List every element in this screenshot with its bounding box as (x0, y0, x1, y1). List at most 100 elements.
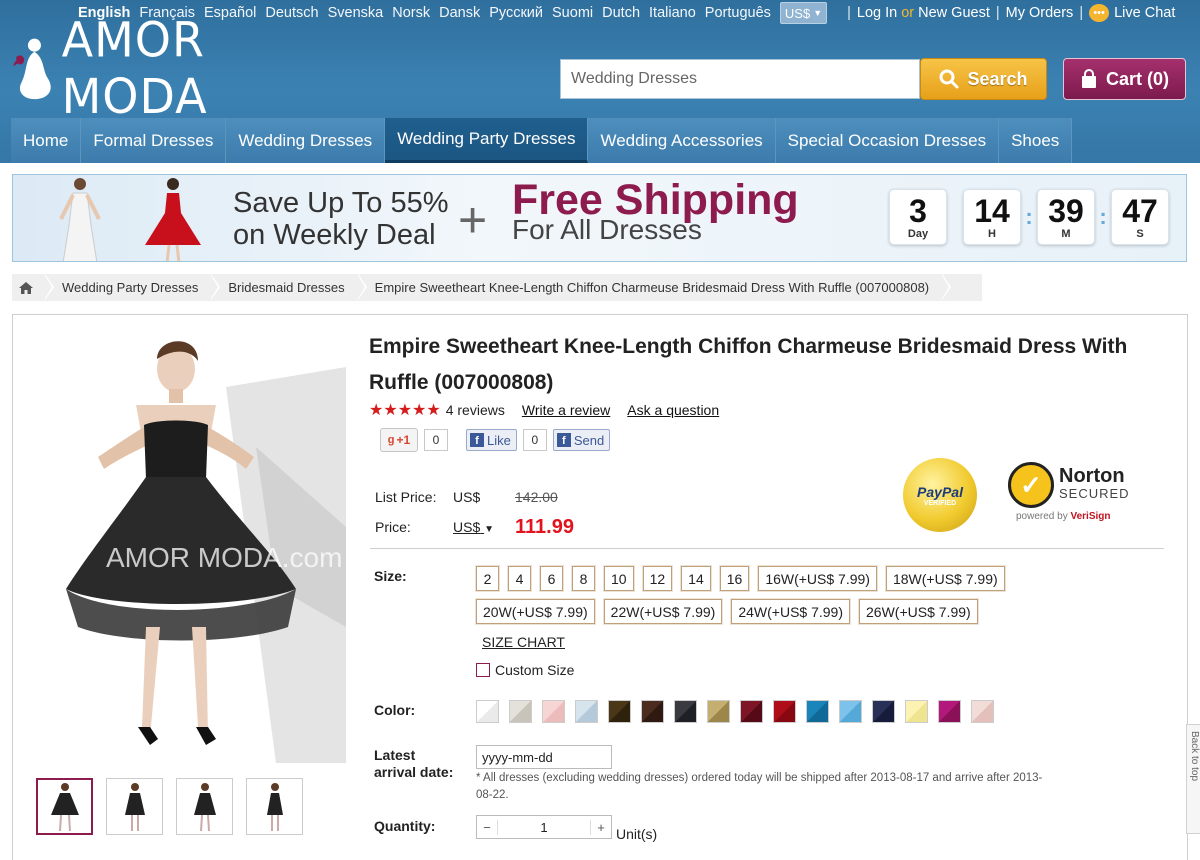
size-chart-link[interactable]: SIZE CHART (482, 634, 565, 650)
color-swatch[interactable] (740, 700, 763, 723)
size-option-10[interactable]: 10 (603, 565, 635, 592)
color-swatch[interactable] (575, 700, 598, 723)
custom-size-option[interactable]: Custom Size (476, 662, 574, 678)
currency-value: US$ (784, 5, 811, 21)
thumbnail-3[interactable] (176, 778, 233, 835)
new-guest-link[interactable]: New Guest (918, 5, 990, 21)
thumbnail-2[interactable] (106, 778, 163, 835)
dress-photo: AMOR MODA.com (26, 327, 346, 763)
quantity-stepper: − 1 + (476, 815, 612, 839)
nav-wedding-accessories[interactable]: Wedding Accessories (588, 118, 776, 163)
checkmark-icon: ✓ (1008, 462, 1054, 508)
lang-dutch[interactable]: Dutch (602, 5, 640, 21)
nav-home[interactable]: Home (11, 118, 82, 163)
price-currency-value: US$ (453, 519, 481, 535)
chevron-down-icon: ▼ (813, 8, 823, 18)
size-option-16w[interactable]: 16W(+US$ 7.99) (757, 565, 878, 592)
size-option-24w[interactable]: 24W(+US$ 7.99) (730, 598, 852, 625)
live-chat-link[interactable]: Live Chat (1114, 5, 1175, 21)
color-swatch[interactable] (773, 700, 796, 723)
cart-button[interactable]: Cart (0) (1063, 58, 1186, 100)
paypal-verified-label: VERIFIED (923, 499, 957, 507)
logo[interactable]: AMOR MODA (10, 11, 310, 125)
countdown-unit: H (988, 228, 996, 240)
product-main-image[interactable]: AMOR MODA.com (26, 327, 346, 763)
size-option-20w[interactable]: 20W(+US$ 7.99) (475, 598, 596, 625)
color-swatch[interactable] (806, 700, 829, 723)
lang-italiano[interactable]: Italiano (649, 5, 696, 21)
quantity-input[interactable]: 1 (497, 819, 591, 835)
size-option-16[interactable]: 16 (718, 565, 751, 592)
lang-dansk[interactable]: Dansk (439, 5, 480, 21)
quantity-decrement-button[interactable]: − (477, 820, 497, 835)
write-review-link[interactable]: Write a review (522, 402, 610, 418)
color-swatch[interactable] (674, 700, 697, 723)
color-swatch[interactable] (608, 700, 631, 723)
breadcrumb-home[interactable] (12, 274, 54, 301)
size-option-22w[interactable]: 22W(+US$ 7.99) (602, 598, 724, 625)
facebook-icon: f (470, 433, 484, 447)
facebook-like-label: Like (487, 432, 511, 448)
verisign-label: VeriSign (1070, 511, 1111, 522)
nav-shoes[interactable]: Shoes (999, 118, 1073, 163)
search-input[interactable] (560, 59, 920, 99)
price-currency-select[interactable]: US$ ▼ (453, 519, 515, 535)
color-swatch[interactable] (839, 700, 862, 723)
custom-size-checkbox[interactable] (476, 663, 490, 677)
color-swatch[interactable] (938, 700, 961, 723)
arrival-label-line-1: Latest (374, 747, 416, 763)
lang-russian[interactable]: Русский (489, 5, 543, 21)
color-swatch[interactable] (542, 700, 565, 723)
facebook-icon: f (556, 433, 571, 447)
size-option-12[interactable]: 12 (641, 565, 674, 592)
thumbnail-strip (36, 778, 303, 835)
facebook-like-button[interactable]: f Like (466, 429, 517, 451)
color-swatch[interactable] (509, 700, 532, 723)
thumbnail-1[interactable] (36, 778, 93, 835)
thumbnail-dress-image (50, 782, 79, 831)
size-option-14[interactable]: 14 (680, 565, 712, 592)
site-header: English Français Español Deutsch Svenska… (0, 0, 1200, 163)
size-option-4[interactable]: 4 (507, 565, 532, 592)
color-swatch[interactable] (971, 700, 994, 723)
size-option-6[interactable]: 6 (539, 565, 564, 592)
size-option-18w[interactable]: 18W(+US$ 7.99) (884, 565, 1006, 592)
size-option-2[interactable]: 2 (475, 565, 500, 592)
countdown-value: 47 (1122, 193, 1158, 229)
size-option-26w[interactable]: 26W(+US$ 7.99) (858, 598, 979, 625)
lang-norsk[interactable]: Norsk (392, 5, 430, 21)
lang-suomi[interactable]: Suomi (552, 5, 593, 21)
my-orders-link[interactable]: My Orders (1006, 5, 1074, 21)
main-nav: Home Formal Dresses Wedding Dresses Wedd… (11, 118, 1073, 163)
currency-select[interactable]: US$ ▼ (779, 2, 828, 24)
search-button[interactable]: Search (920, 58, 1047, 100)
quantity-increment-button[interactable]: + (591, 820, 611, 835)
ask-question-link[interactable]: Ask a question (627, 402, 719, 418)
thumbnail-4[interactable] (246, 778, 303, 835)
nav-formal-dresses[interactable]: Formal Dresses (81, 118, 227, 163)
login-link[interactable]: Log In (857, 5, 897, 21)
facebook-send-button[interactable]: f Send (552, 429, 611, 451)
reviews-count[interactable]: 4 reviews (446, 402, 505, 418)
color-swatch[interactable] (872, 700, 895, 723)
size-option-8[interactable]: 8 (571, 565, 596, 592)
caret-down-icon: ▼ (484, 524, 495, 535)
lang-portugues[interactable]: Português (705, 5, 771, 21)
color-swatch[interactable] (905, 700, 928, 723)
back-to-top-tab[interactable]: Back to top (1186, 724, 1200, 834)
color-swatch[interactable] (476, 700, 499, 723)
google-plus-button[interactable]: g +1 (380, 428, 418, 452)
lang-svenska[interactable]: Svenska (328, 5, 384, 21)
nav-special-occasion-dresses[interactable]: Special Occasion Dresses (775, 118, 1000, 163)
custom-size-label: Custom Size (495, 662, 575, 678)
breadcrumb-bridesmaid-dresses[interactable]: Bridesmaid Dresses (210, 274, 368, 301)
norton-secured-badge: ✓ Norton SECURED powered by VeriSign (1008, 462, 1138, 528)
promo-banner[interactable]: Save Up To 55% on Weekly Deal + Free Shi… (12, 174, 1187, 262)
color-swatch[interactable] (641, 700, 664, 723)
color-swatch[interactable] (707, 700, 730, 723)
nav-wedding-dresses[interactable]: Wedding Dresses (226, 118, 386, 163)
arrival-date-input[interactable] (476, 745, 612, 769)
breadcrumb-wedding-party-dresses[interactable]: Wedding Party Dresses (44, 274, 221, 301)
nav-wedding-party-dresses[interactable]: Wedding Party Dresses (385, 118, 589, 163)
countdown-minutes: 39 M (1037, 189, 1095, 245)
